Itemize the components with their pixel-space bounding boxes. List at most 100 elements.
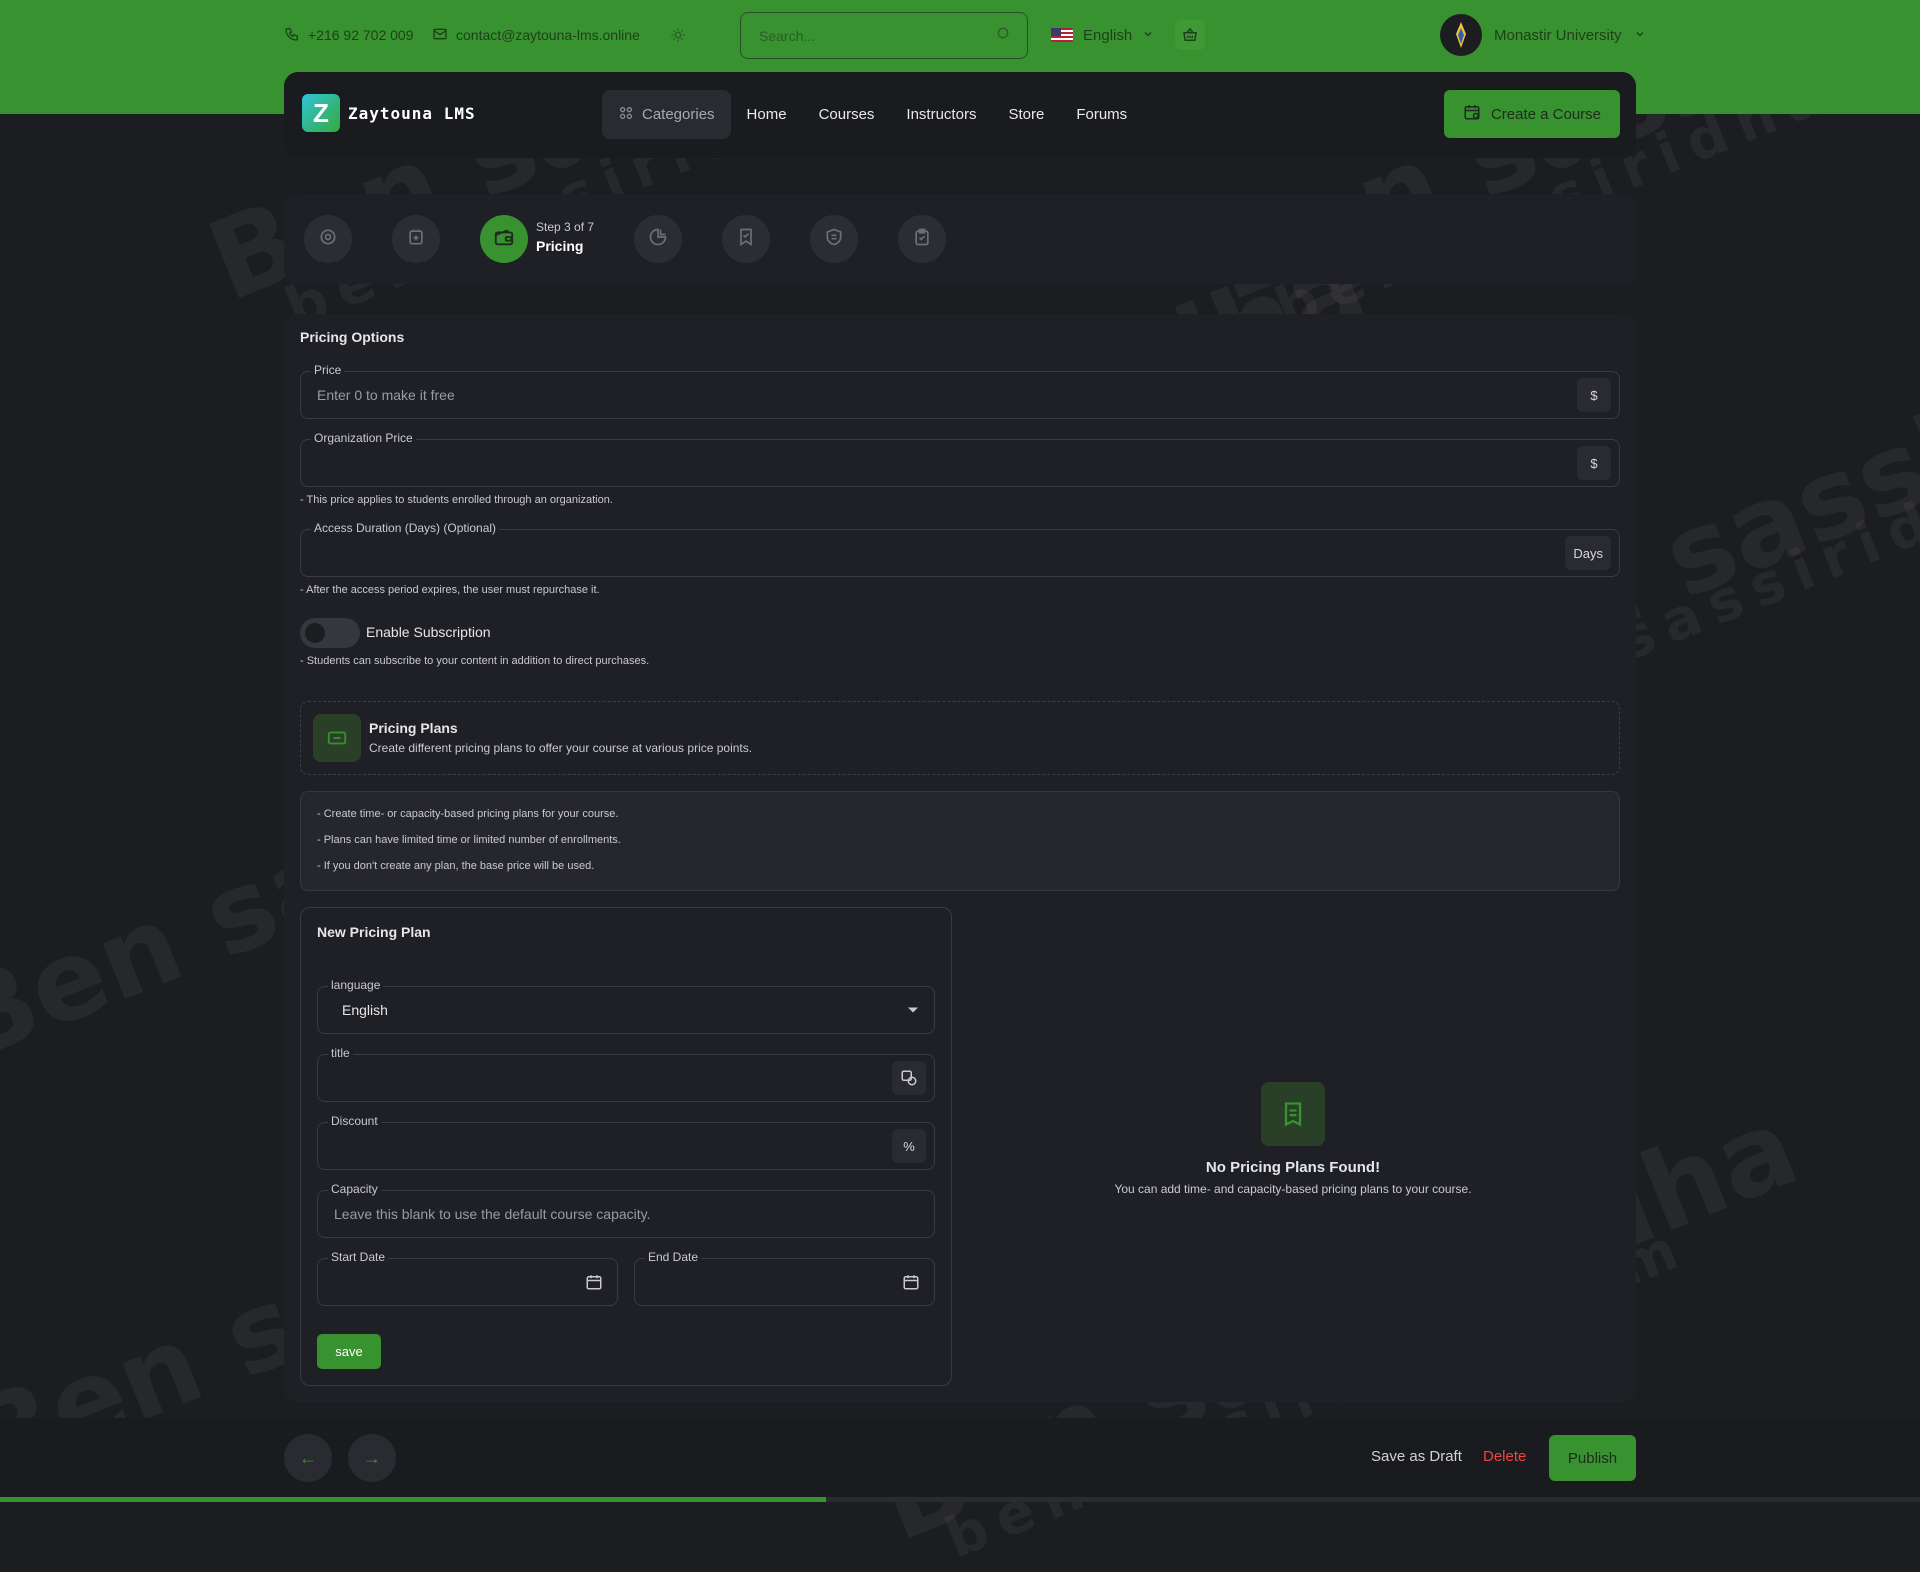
section-title: Pricing Options	[300, 329, 405, 345]
title-label: title	[328, 1046, 353, 1060]
price-field[interactable]: Price Enter 0 to make it free $	[300, 363, 1620, 419]
new-plan-title: New Pricing Plan	[317, 924, 431, 940]
percent-suffix: %	[892, 1129, 926, 1163]
language-value: English	[342, 1002, 388, 1018]
create-course-label: Create a Course	[1490, 105, 1602, 123]
capacity-input[interactable]: Leave this blank to use the default cour…	[334, 1206, 651, 1222]
access-duration-label: Access Duration (Days) (Optional)	[311, 521, 500, 535]
pricing-plans-title: Pricing Plans	[369, 720, 458, 736]
clipboard-check-icon	[912, 227, 932, 252]
pricing-plans-header	[300, 701, 1620, 775]
capacity-field[interactable]: Capacity Leave this blank to use the def…	[317, 1182, 935, 1238]
plan-title-field[interactable]: title	[317, 1046, 935, 1102]
language-label: English	[1083, 26, 1133, 44]
organization-price-hint: - This price applies to students enrolle…	[300, 494, 613, 506]
access-duration-hint: - After the access period expires, the u…	[300, 584, 600, 596]
progress-bar	[0, 1497, 826, 1502]
contact-email[interactable]: contact@zaytouna-lms.online	[432, 24, 640, 46]
language-selector[interactable]: English	[1043, 20, 1162, 50]
image-plus-icon	[406, 227, 426, 252]
discount-label: Discount	[328, 1114, 381, 1128]
info-line: - Plans can have limited time or limited…	[317, 834, 621, 846]
basket-icon[interactable]	[1175, 20, 1205, 50]
previous-step-button[interactable]: ←	[284, 1434, 332, 1482]
organization-price-field[interactable]: Organization Price $	[300, 431, 1620, 487]
discount-field[interactable]: Discount %	[317, 1114, 935, 1170]
caret-down-icon	[908, 1007, 918, 1013]
search-icon[interactable]	[995, 25, 1011, 46]
organization-price-label: Organization Price	[311, 431, 416, 445]
publish-button[interactable]: Publish	[1549, 1435, 1636, 1481]
user-name: Monastir University	[1494, 26, 1622, 44]
search-box[interactable]	[740, 12, 1028, 59]
step-7-button[interactable]	[898, 215, 946, 263]
categories-label: Categories	[642, 106, 715, 123]
chevron-down-icon	[1142, 27, 1154, 44]
subscription-label: Enable Subscription	[366, 624, 491, 640]
avatar	[1440, 14, 1482, 56]
create-course-button[interactable]: Create a Course	[1444, 90, 1620, 138]
contact-phone[interactable]: +216 92 702 009	[284, 24, 414, 46]
step-4-button[interactable]	[634, 215, 682, 263]
us-flag-icon	[1051, 28, 1073, 42]
sun-icon[interactable]	[670, 24, 686, 46]
nav-item-home[interactable]: Home	[747, 106, 787, 123]
empty-state-title: No Pricing Plans Found!	[1205, 1159, 1381, 1176]
access-duration-field[interactable]: Access Duration (Days) (Optional) Days	[300, 521, 1620, 577]
step-5-button[interactable]	[722, 215, 770, 263]
phone-icon	[284, 26, 300, 45]
delete-button[interactable]: Delete	[1483, 1448, 1526, 1465]
step-name: Pricing	[536, 238, 584, 254]
calendar-plus-icon	[1463, 103, 1481, 125]
categories-button[interactable]: Categories	[602, 90, 731, 139]
translate-icon[interactable]	[892, 1061, 926, 1095]
brand-logo[interactable]: Z Zaytouna LMS	[302, 94, 476, 132]
chevron-down-icon	[1634, 27, 1646, 44]
phone-number: +216 92 702 009	[308, 27, 414, 43]
step-counter: Step 3 of 7	[536, 220, 595, 234]
subscription-hint: - Students can subscribe to your content…	[300, 655, 650, 667]
nav-item-instructors[interactable]: Instructors	[906, 106, 976, 123]
capacity-label: Capacity	[328, 1182, 381, 1196]
user-menu[interactable]: Monastir University	[1440, 14, 1646, 56]
start-date-field[interactable]: Start Date	[317, 1250, 618, 1306]
info-line: - Create time- or capacity-based pricing…	[317, 808, 619, 820]
brand-name: Zaytouna LMS	[348, 103, 476, 123]
start-date-label: Start Date	[328, 1250, 389, 1264]
save-plan-button[interactable]: save	[317, 1334, 381, 1369]
end-date-field[interactable]: End Date	[634, 1250, 935, 1306]
language-field-label: language	[328, 978, 384, 992]
pricing-plans-subtitle: Create different pricing plans to offer …	[369, 741, 753, 755]
ticket-icon	[313, 714, 361, 762]
shield-icon	[824, 227, 844, 252]
next-step-button[interactable]: →	[348, 1434, 396, 1482]
nav-item-courses[interactable]: Courses	[819, 106, 875, 123]
price-input[interactable]: Enter 0 to make it free	[317, 387, 455, 403]
grid-icon	[618, 105, 634, 125]
chart-icon	[648, 227, 668, 252]
info-line: - If you don't create any plan, the base…	[317, 860, 595, 872]
email-address: contact@zaytouna-lms.online	[456, 27, 640, 43]
subscription-toggle[interactable]	[300, 618, 360, 648]
step-2-button[interactable]	[392, 215, 440, 263]
calendar-icon[interactable]	[585, 1273, 603, 1296]
logo-mark: Z	[302, 94, 340, 132]
search-input[interactable]	[757, 26, 995, 45]
step-1-button[interactable]	[304, 215, 352, 263]
empty-state-subtitle: You can add time- and capacity-based pri…	[1114, 1182, 1472, 1196]
currency-suffix: $	[1577, 378, 1611, 412]
language-select[interactable]: language English	[317, 978, 935, 1034]
empty-plans-icon	[1261, 1082, 1325, 1146]
calendar-icon[interactable]	[902, 1273, 920, 1296]
info-icon	[318, 227, 338, 252]
nav-item-forums[interactable]: Forums	[1076, 106, 1127, 123]
bookmark-icon	[736, 227, 756, 252]
step-3-button[interactable]	[480, 215, 528, 263]
nav-item-store[interactable]: Store	[1008, 106, 1044, 123]
step-6-button[interactable]	[810, 215, 858, 263]
currency-suffix: $	[1577, 446, 1611, 480]
wallet-icon	[493, 226, 515, 253]
nav-menu: Categories Home Courses Instructors Stor…	[602, 90, 1159, 139]
save-draft-button[interactable]: Save as Draft	[1371, 1448, 1462, 1465]
current-step-label: Step 3 of 7 Pricing	[536, 220, 594, 254]
